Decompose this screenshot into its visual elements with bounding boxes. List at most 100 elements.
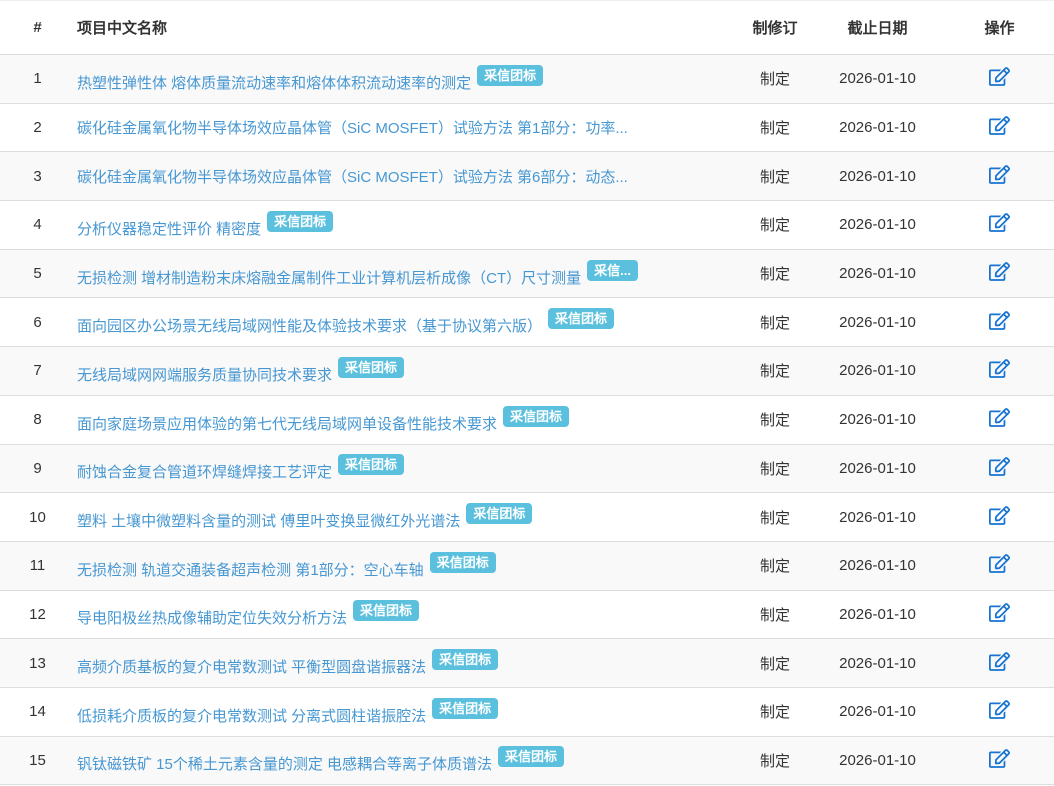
revision-cell: 制定 [740,590,810,639]
project-title-cell: 无损检测 轨道交通装备超声检测 第1部分：空心车轴采信团标 [75,541,740,590]
project-title-link[interactable]: 无线局域网网端服务质量协同技术要求 [77,367,332,384]
project-title-link[interactable]: 低损耗介质板的复介电常数测试 分离式圆柱谐振腔法 [77,708,426,725]
edit-icon [989,554,1010,573]
edit-icon [989,749,1010,768]
row-index: 9 [0,444,75,493]
revision-cell: 制定 [740,249,810,298]
edit-button[interactable] [989,457,1010,476]
table-row: 10 塑料 土壤中微塑料含量的测试 傅里叶变换显微红外光谱法采信团标 制定 20… [0,493,1054,542]
status-badge: 采信团标 [338,454,404,475]
status-badge: 采信团标 [267,211,333,232]
project-title-link[interactable]: 面向园区办公场景无线局域网性能及体验技术要求（基于协议第六版） [77,318,542,335]
project-title-link[interactable]: 无损检测 轨道交通装备超声检测 第1部分：空心车轴 [77,562,424,579]
status-badge: 采信团标 [477,65,543,86]
deadline-cell: 2026-01-10 [810,493,945,542]
project-title-link[interactable]: 热塑性弹性体 熔体质量流动速率和熔体体积流动速率的测定 [77,75,471,92]
revision-cell: 制定 [740,639,810,688]
action-cell [945,590,1054,639]
status-badge: 采信团标 [430,552,496,573]
col-header-name: 项目中文名称 [75,1,740,55]
table-row: 15 钒钛磁铁矿 15个稀土元素含量的测定 电感耦合等离子体质谱法采信团标 制定… [0,736,1054,785]
edit-button[interactable] [989,700,1010,719]
project-title-link[interactable]: 高频介质基板的复介电常数测试 平衡型圆盘谐振器法 [77,659,426,676]
edit-button[interactable] [989,603,1010,622]
action-cell [945,347,1054,396]
deadline-cell: 2026-01-10 [810,444,945,493]
revision-cell: 制定 [740,444,810,493]
edit-button[interactable] [989,213,1010,232]
project-title-cell: 高频介质基板的复介电常数测试 平衡型圆盘谐振器法采信团标 [75,639,740,688]
edit-button[interactable] [989,554,1010,573]
revision-cell: 制定 [740,736,810,785]
status-badge: 采信团标 [432,698,498,719]
table-row: 4 分析仪器稳定性评价 精密度采信团标 制定 2026-01-10 [0,201,1054,250]
revision-cell: 制定 [740,55,810,104]
edit-button[interactable] [989,116,1010,135]
edit-button[interactable] [989,262,1010,281]
action-cell [945,103,1054,152]
deadline-cell: 2026-01-10 [810,736,945,785]
deadline-cell: 2026-01-10 [810,590,945,639]
row-index: 1 [0,55,75,104]
deadline-cell: 2026-01-10 [810,201,945,250]
project-title-link[interactable]: 塑料 土壤中微塑料含量的测试 傅里叶变换显微红外光谱法 [77,513,460,530]
revision-cell: 制定 [740,201,810,250]
deadline-cell: 2026-01-10 [810,687,945,736]
row-index: 15 [0,736,75,785]
row-index: 6 [0,298,75,347]
edit-button[interactable] [989,165,1010,184]
revision-cell: 制定 [740,298,810,347]
revision-cell: 制定 [740,395,810,444]
edit-icon [989,506,1010,525]
revision-cell: 制定 [740,152,810,201]
edit-icon [989,457,1010,476]
action-cell [945,298,1054,347]
deadline-cell: 2026-01-10 [810,103,945,152]
project-title-cell: 分析仪器稳定性评价 精密度采信团标 [75,201,740,250]
row-index: 11 [0,541,75,590]
deadline-cell: 2026-01-10 [810,152,945,201]
action-cell [945,395,1054,444]
projects-table: # 项目中文名称 制修订 截止日期 操作 1 热塑性弹性体 熔体质量流动速率和熔… [0,0,1054,785]
table-row: 9 耐蚀合金复合管道环焊缝焊接工艺评定采信团标 制定 2026-01-10 [0,444,1054,493]
project-title-cell: 塑料 土壤中微塑料含量的测试 傅里叶变换显微红外光谱法采信团标 [75,493,740,542]
deadline-cell: 2026-01-10 [810,395,945,444]
edit-button[interactable] [989,67,1010,86]
edit-icon [989,311,1010,330]
edit-icon [989,652,1010,671]
table-row: 14 低损耗介质板的复介电常数测试 分离式圆柱谐振腔法采信团标 制定 2026-… [0,687,1054,736]
project-title-link[interactable]: 导电阳极丝热成像辅助定位失效分析方法 [77,610,347,627]
col-header-action: 操作 [945,1,1054,55]
table-row: 6 面向园区办公场景无线局域网性能及体验技术要求（基于协议第六版） 采信团标 制定… [0,298,1054,347]
table-row: 7 无线局域网网端服务质量协同技术要求采信团标 制定 2026-01-10 [0,347,1054,396]
table-row: 3 碳化硅金属氧化物半导体场效应晶体管（SiC MOSFET）试验方法 第6部分… [0,152,1054,201]
revision-cell: 制定 [740,541,810,590]
action-cell [945,736,1054,785]
row-index: 10 [0,493,75,542]
col-header-revision: 制修订 [740,1,810,55]
status-badge: 采信... [587,260,638,281]
action-cell [945,444,1054,493]
edit-button[interactable] [989,359,1010,378]
project-title-link[interactable]: 面向家庭场景应用体验的第七代无线局域网单设备性能技术要求 [77,416,497,433]
project-title-link[interactable]: 无损检测 增材制造粉末床熔融金属制件工业计算机层析成像（CT）尺寸测量 [77,270,581,287]
edit-button[interactable] [989,506,1010,525]
edit-button[interactable] [989,749,1010,768]
edit-button[interactable] [989,652,1010,671]
project-title-link[interactable]: 碳化硅金属氧化物半导体场效应晶体管（SiC MOSFET）试验方法 第6部分：动… [77,169,628,186]
status-badge: 采信团标 [503,406,569,427]
col-header-deadline: 截止日期 [810,1,945,55]
edit-button[interactable] [989,311,1010,330]
status-badge: 采信团标 [548,308,614,329]
project-title-link[interactable]: 耐蚀合金复合管道环焊缝焊接工艺评定 [77,464,332,481]
project-title-link[interactable]: 钒钛磁铁矿 15个稀土元素含量的测定 电感耦合等离子体质谱法 [77,756,492,773]
project-title-link[interactable]: 碳化硅金属氧化物半导体场效应晶体管（SiC MOSFET）试验方法 第1部分：功… [77,120,628,137]
deadline-cell: 2026-01-10 [810,639,945,688]
edit-button[interactable] [989,408,1010,427]
project-title-cell: 导电阳极丝热成像辅助定位失效分析方法采信团标 [75,590,740,639]
project-title-link[interactable]: 分析仪器稳定性评价 精密度 [77,221,261,238]
deadline-cell: 2026-01-10 [810,347,945,396]
action-cell [945,541,1054,590]
row-index: 2 [0,103,75,152]
edit-icon [989,116,1010,135]
